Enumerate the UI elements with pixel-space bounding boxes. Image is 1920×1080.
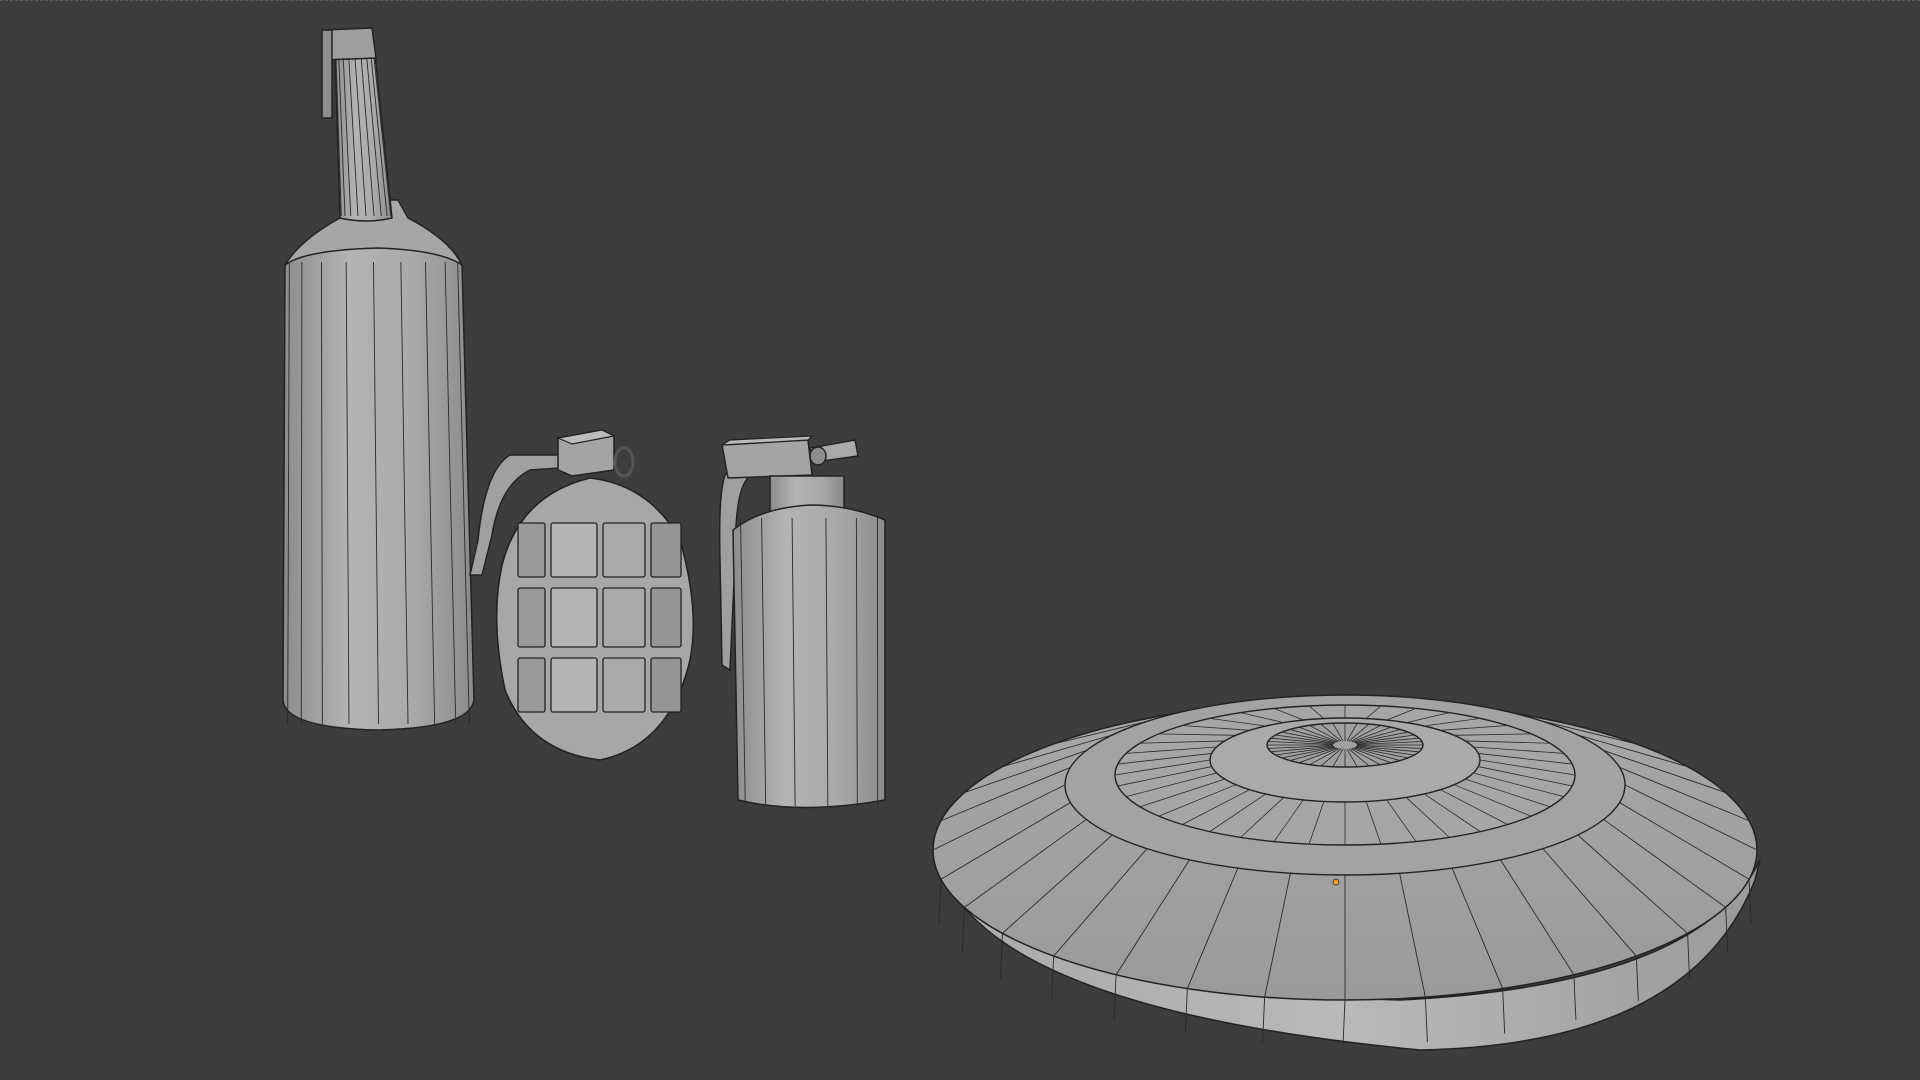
- landmine-mesh[interactable]: [932, 694, 1761, 1051]
- grenade-segment: [550, 587, 598, 648]
- origin-point-icon[interactable]: [1332, 878, 1340, 886]
- mesh-edge: [961, 907, 965, 953]
- bottle-mesh[interactable]: [282, 27, 475, 731]
- viewport-scene[interactable]: [0, 0, 1920, 1080]
- grenade-segment: [602, 657, 646, 713]
- 3d-viewport[interactable]: [0, 0, 1920, 1080]
- frag-grenade-mesh[interactable]: [469, 429, 695, 761]
- grenade-segment: [517, 587, 546, 648]
- grenade-segment: [602, 587, 646, 648]
- smoke-grenade-mesh[interactable]: [718, 435, 886, 809]
- grenade-segment: [650, 657, 682, 713]
- mesh-edge: [938, 879, 942, 925]
- grenade-segment: [550, 522, 598, 578]
- grenade-segment: [650, 587, 682, 648]
- grenade-segment: [650, 522, 682, 578]
- grenade-segment: [550, 657, 598, 713]
- grenade-segment: [517, 522, 546, 578]
- grenade-segment: [602, 522, 646, 578]
- grenade-segment: [517, 657, 546, 713]
